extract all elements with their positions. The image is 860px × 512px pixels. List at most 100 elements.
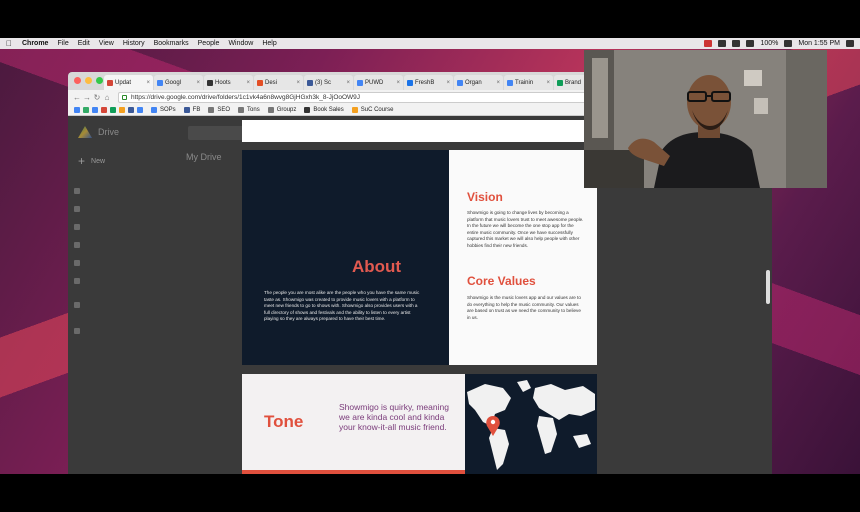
webcam-overlay (584, 50, 827, 188)
browser-tab[interactable]: (3) Sc × (304, 75, 353, 90)
drive-logo[interactable]: Drive (78, 126, 119, 138)
bookmark-icon[interactable] (128, 106, 134, 113)
apple-icon[interactable]:  (6, 39, 14, 48)
sidebar-item[interactable] (74, 260, 80, 266)
menu-edit[interactable]: Edit (78, 40, 90, 47)
tab-favicon-icon (307, 79, 313, 86)
battery-percent: 100% (760, 40, 779, 47)
clock[interactable]: Mon 1:55 PM (798, 40, 840, 47)
tab-favicon-icon (407, 79, 413, 86)
storage-icon (74, 328, 80, 334)
about-title: About (352, 257, 402, 276)
browser-tab[interactable]: FreshB × (404, 75, 453, 90)
zoom-window-icon[interactable] (96, 77, 103, 84)
menu-bookmarks[interactable]: Bookmarks (154, 40, 189, 47)
scrollbar[interactable] (766, 270, 770, 304)
menu-view[interactable]: View (99, 40, 114, 47)
bookmark-item[interactable]: SEO (208, 106, 231, 113)
about-body: The people you are most alike are the pe… (264, 290, 420, 322)
close-tab-icon[interactable]: × (496, 80, 500, 86)
battery-icon[interactable] (784, 40, 793, 47)
cloud-icon[interactable] (732, 40, 741, 47)
minimize-window-icon[interactable] (85, 77, 92, 84)
slide-tone-panel: Tone Showmigo is quirky, meaning we are … (242, 374, 465, 474)
bookmark-label: SEO (217, 106, 231, 113)
browser-tab[interactable]: PUWD × (354, 75, 403, 90)
bookmark-list: SOPs FB SEO Tons Groupz Book Sales SuC Course (151, 106, 401, 113)
bookmark-item[interactable]: FB (183, 106, 200, 113)
tab-label: Updat (115, 79, 132, 86)
folder-icon (74, 188, 80, 194)
browser-tab[interactable]: Trainin × (504, 75, 553, 90)
bookmark-icon[interactable] (110, 106, 116, 113)
browser-tab[interactable]: Updat × (104, 75, 153, 90)
bookmark-icon[interactable] (137, 106, 143, 113)
back-icon[interactable]: ← (72, 93, 82, 102)
menu-help[interactable]: Help (262, 40, 276, 47)
tab-label: Trainin (515, 79, 534, 86)
tab-favicon-icon (557, 79, 563, 86)
sidebar-item[interactable] (74, 328, 80, 334)
forward-icon[interactable]: → (82, 93, 92, 102)
bookmark-icon[interactable] (119, 106, 125, 113)
dropbox-icon[interactable] (718, 40, 727, 47)
close-tab-icon[interactable]: × (446, 80, 450, 86)
menu-chrome[interactable]: Chrome (22, 40, 48, 47)
folder-icon (208, 106, 215, 113)
address-bar[interactable]: https://drive.google.com/drive/folders/1… (118, 91, 608, 103)
menu-people[interactable]: People (198, 40, 220, 47)
sidebar-item[interactable] (74, 278, 80, 284)
close-tab-icon[interactable]: × (546, 80, 550, 86)
tab-favicon-icon (457, 79, 463, 86)
reload-icon[interactable]: ↻ (92, 93, 102, 102)
sidebar-item[interactable] (74, 302, 80, 308)
folder-icon (183, 106, 190, 113)
menu-history[interactable]: History (123, 40, 145, 47)
drive-logo-text: Drive (98, 127, 120, 137)
apps-icon[interactable] (74, 106, 80, 113)
browser-tab[interactable]: Desi × (254, 75, 303, 90)
lock-icon (122, 94, 127, 100)
sidebar-item[interactable] (74, 224, 80, 230)
folder-icon (267, 106, 274, 113)
close-tab-icon[interactable]: × (246, 80, 250, 86)
close-tab-icon[interactable]: × (196, 80, 200, 86)
bookmark-item[interactable]: SuC Course (351, 106, 393, 113)
close-tab-icon[interactable]: × (346, 80, 350, 86)
browser-tab[interactable]: Googl × (154, 75, 203, 90)
browser-tab[interactable]: Hoots × (204, 75, 253, 90)
tab-favicon-icon (107, 79, 113, 86)
bookmark-icon[interactable] (83, 106, 89, 113)
sidebar-item[interactable] (74, 242, 80, 248)
tab-favicon-icon (257, 79, 263, 86)
bookmark-item[interactable]: Book Sales (304, 106, 344, 113)
tone-title: Tone (264, 412, 304, 431)
browser-tab[interactable]: Organ × (454, 75, 503, 90)
bookmark-item[interactable]: Tons (238, 106, 260, 113)
spotlight-icon[interactable] (846, 40, 854, 47)
close-window-icon[interactable] (74, 77, 81, 84)
record-icon[interactable] (704, 40, 713, 47)
close-tab-icon[interactable]: × (146, 80, 150, 86)
wifi-icon[interactable] (746, 40, 755, 47)
world-map-image (467, 380, 595, 470)
sidebar-item[interactable] (74, 206, 80, 212)
drive-heading[interactable]: My Drive (186, 152, 222, 162)
starred-icon (74, 260, 80, 266)
bookmark-icon[interactable] (101, 106, 107, 113)
close-tab-icon[interactable]: × (296, 80, 300, 86)
recent-icon (74, 242, 80, 248)
menu-file[interactable]: File (57, 40, 68, 47)
close-tab-icon[interactable]: × (396, 80, 400, 86)
world-map-panel (465, 374, 597, 474)
folder-icon (151, 106, 157, 113)
bookmark-item[interactable]: Groupz (267, 106, 296, 113)
home-icon[interactable]: ⌂ (102, 93, 112, 102)
tab-favicon-icon (207, 79, 213, 86)
bookmark-item[interactable]: SOPs (151, 106, 176, 113)
bookmark-icon[interactable] (92, 106, 98, 113)
sidebar-item[interactable] (74, 188, 80, 194)
menu-window[interactable]: Window (228, 40, 253, 47)
tone-body: Showmigo is quirky, meaning we are kinda… (339, 402, 449, 432)
new-button[interactable]: + New (78, 154, 105, 168)
